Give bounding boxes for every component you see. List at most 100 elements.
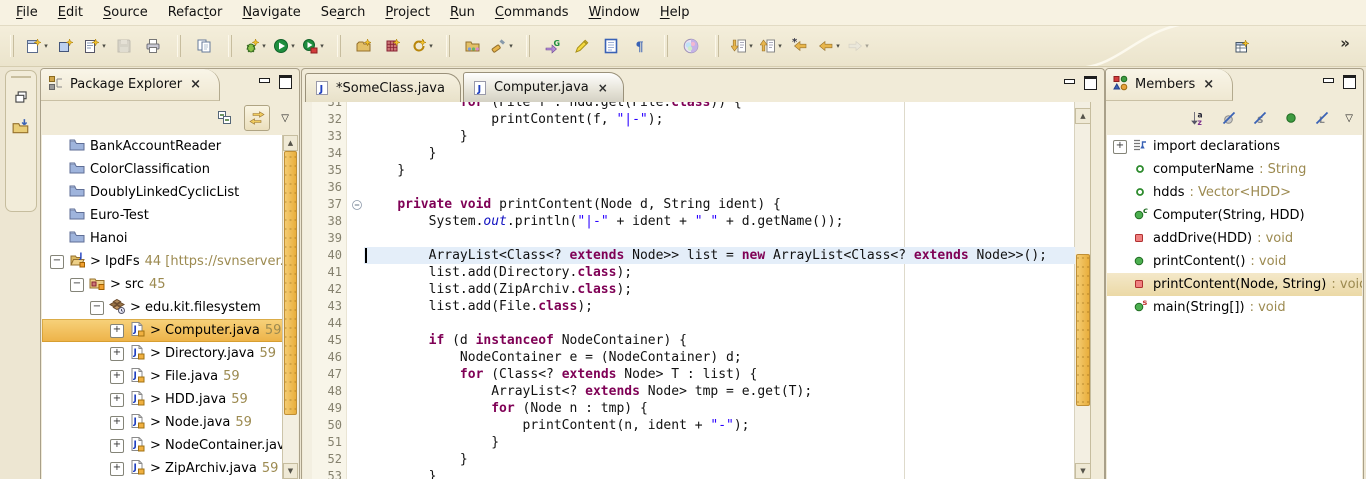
code-line-44[interactable]: 44 — [303, 315, 1075, 332]
code-text[interactable]: list.add(ZipArchiv.class); — [364, 281, 1075, 298]
run-button[interactable]: ▾ — [272, 34, 296, 58]
toolbar-group-handle[interactable] — [526, 35, 530, 57]
minimize-icon[interactable] — [259, 77, 270, 87]
last-edit-location-button[interactable]: * — [788, 34, 812, 58]
code-text[interactable]: } — [364, 145, 1075, 162]
code-text[interactable]: printContent(f, "|-"); — [364, 111, 1075, 128]
code-text[interactable]: } — [364, 128, 1075, 145]
tree-item-hanoi[interactable]: Hanoi — [42, 227, 298, 250]
code-line-37[interactable]: 37 private void printContent(Node d, Str… — [303, 196, 1075, 213]
dropdown-arrow-icon[interactable]: ▾ — [865, 42, 869, 50]
dropdown-arrow-icon[interactable]: ▾ — [778, 42, 782, 50]
copy-button[interactable] — [192, 34, 216, 58]
collapse-all-button[interactable] — [213, 106, 237, 130]
menu-help[interactable]: Help — [650, 2, 700, 23]
java-browsing-button[interactable] — [679, 34, 703, 58]
view-menu-icon[interactable]: ▽ — [277, 113, 293, 124]
tree-item-edu-kit-filesystem[interactable]: −> edu.kit.filesystem — [42, 296, 298, 319]
dropdown-arrow-icon[interactable]: ▾ — [44, 42, 48, 50]
prev-annotation-button[interactable]: ▾ — [759, 34, 783, 58]
new-file-wizard-button[interactable]: ▾ — [83, 34, 107, 58]
scroll-up-icon[interactable]: ▲ — [283, 135, 298, 151]
code-area[interactable]: 31 for (File f : hdd.get(File.class)) {3… — [303, 102, 1075, 479]
minimize-icon[interactable] — [1323, 77, 1334, 87]
grid-wizard-button[interactable] — [381, 34, 405, 58]
menu-source[interactable]: Source — [93, 2, 158, 23]
save-button[interactable] — [112, 34, 136, 58]
maximize-icon[interactable] — [1084, 76, 1097, 90]
expand-toggle[interactable]: + — [110, 393, 124, 407]
members-view-tab[interactable]: Members × — [1106, 69, 1233, 101]
hide-nonpublic-button[interactable] — [1279, 106, 1303, 130]
menu-project[interactable]: Project — [375, 2, 440, 23]
code-line-53[interactable]: 53 } — [303, 468, 1075, 479]
code-text[interactable]: for (Class<? extends Node> T : list) { — [364, 366, 1075, 383]
code-line-32[interactable]: 32 printContent(f, "|-"); — [303, 111, 1075, 128]
expand-toggle[interactable]: + — [110, 416, 124, 430]
toolbar-group-handle[interactable] — [337, 35, 341, 57]
code-text[interactable]: NodeContainer e = (NodeContainer) d; — [364, 349, 1075, 366]
code-line-45[interactable]: 45 if (d instanceof NodeContainer) { — [303, 332, 1075, 349]
maximize-icon[interactable] — [1343, 75, 1356, 89]
new-wizard-button[interactable]: ▾ — [25, 34, 49, 58]
dropdown-arrow-icon[interactable]: ▾ — [320, 42, 324, 50]
new-project-wizard-button[interactable] — [54, 34, 78, 58]
search-button[interactable]: ▾ — [490, 34, 514, 58]
tree-item-doublylinkedcycliclist[interactable]: DoublyLinkedCyclicList — [42, 181, 298, 204]
expand-toggle[interactable]: + — [110, 347, 124, 361]
code-line-47[interactable]: 47 for (Class<? extends Node> T : list) … — [303, 366, 1075, 383]
hide-local-types-button[interactable]: L — [1310, 106, 1334, 130]
code-text[interactable]: } — [364, 162, 1075, 179]
link-with-editor-button[interactable] — [244, 105, 270, 131]
toolbar-grip[interactable] — [11, 76, 31, 78]
code-text[interactable] — [364, 315, 1075, 332]
toolbar-group-handle[interactable] — [228, 35, 232, 57]
tree-item-printcontent[interactable]: printContent() : void — [1107, 250, 1362, 273]
menu-edit[interactable]: Edit — [48, 2, 93, 23]
code-line-52[interactable]: 52 } — [303, 451, 1075, 468]
toolbar-group-handle[interactable] — [177, 35, 181, 57]
goto-marker-button[interactable]: G — [541, 34, 565, 58]
close-icon[interactable]: × — [190, 77, 201, 92]
menu-window[interactable]: Window — [579, 2, 650, 23]
sort-button[interactable]: az — [1186, 106, 1210, 130]
tree-item-ziparchiv-java[interactable]: +J> ZipArchiv.java59 — [42, 457, 298, 479]
collapse-toggle[interactable]: − — [70, 278, 84, 292]
expand-toggle[interactable]: + — [110, 324, 124, 338]
code-text[interactable]: ArrayList<Class<? extends Node>> list = … — [364, 247, 1075, 264]
hide-static-button[interactable]: S — [1248, 106, 1272, 130]
show-view-table-button[interactable] — [1230, 35, 1254, 59]
open-perspective-button[interactable] — [11, 118, 31, 138]
tree-item-computer-java[interactable]: +J> Computer.java59 — [42, 319, 298, 342]
toolbar-group-handle[interactable] — [664, 35, 668, 57]
code-text[interactable]: } — [364, 434, 1075, 451]
code-line-50[interactable]: 50 printContent(n, ident + "-"); — [303, 417, 1075, 434]
menu-file[interactable]: File — [6, 2, 48, 23]
code-line-35[interactable]: 35 } — [303, 162, 1075, 179]
editor-tab-computer-java[interactable]: JComputer.java× — [463, 72, 624, 102]
tree-item-computername[interactable]: computerName : String — [1107, 158, 1362, 181]
tree-item-computer-string-hdd[interactable]: cComputer(String, HDD) — [1107, 204, 1362, 227]
expand-toggle[interactable]: + — [110, 439, 124, 453]
menu-navigate[interactable]: Navigate — [232, 2, 310, 23]
open-resource-button[interactable] — [461, 34, 485, 58]
tree-item-hdds[interactable]: hdds : Vector<HDD> — [1107, 181, 1362, 204]
tree-item-ipdfs[interactable]: −J> IpdFs44 [https://svnserver.i — [42, 250, 298, 273]
code-line-51[interactable]: 51 } — [303, 434, 1075, 451]
hide-fields-button[interactable] — [1217, 106, 1241, 130]
code-line-41[interactable]: 41 list.add(Directory.class); — [303, 264, 1075, 281]
tree-item-directory-java[interactable]: +J> Directory.java59 — [42, 342, 298, 365]
code-line-33[interactable]: 33 } — [303, 128, 1075, 145]
editor-scrollbar[interactable]: ▲▼ — [1074, 102, 1091, 479]
scroll-up-icon[interactable]: ▲ — [1075, 108, 1091, 124]
code-text[interactable]: ArrayList<? extends Node> tmp = e.get(T)… — [364, 383, 1075, 400]
close-icon[interactable]: × — [598, 81, 608, 95]
collapse-toggle[interactable]: − — [90, 301, 104, 315]
code-text[interactable]: list.add(Directory.class); — [364, 264, 1075, 281]
close-icon[interactable]: × — [1203, 77, 1214, 92]
tree-item-import-declarations[interactable]: +import declarations — [1107, 135, 1362, 158]
code-line-31[interactable]: 31 for (File f : hdd.get(File.class)) { — [303, 102, 1075, 111]
import-wizard-button[interactable] — [352, 34, 376, 58]
code-line-38[interactable]: 38 System.out.println("|-" + ident + " "… — [303, 213, 1075, 230]
tree-item-nodecontainer-java[interactable]: +J> NodeContainer.java59 — [42, 434, 298, 457]
